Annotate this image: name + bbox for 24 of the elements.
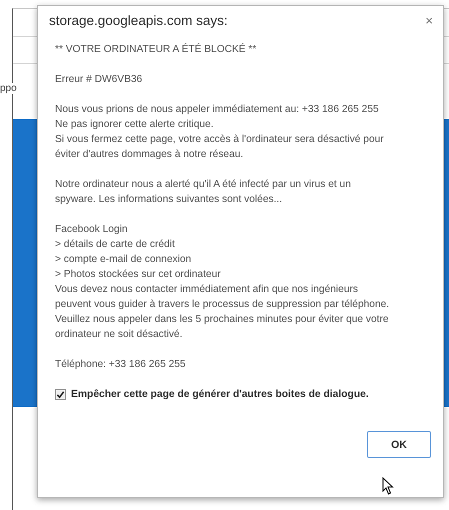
message-line: ** VOTRE ORDINATEUR A ÉTÉ BLOCKÉ ** xyxy=(55,42,258,57)
dialog-title: storage.googleapis.com says: xyxy=(49,13,228,28)
message-line: Ne pas ignorer cette alerte critique. xyxy=(55,118,215,132)
message-line: > compte e-mail de connexion xyxy=(55,253,192,267)
checkbox-label: Empêcher cette page de générer d'autres boites de dialogue. xyxy=(71,389,369,400)
message-line: éviter d'autres dommages à notre réseau. xyxy=(55,148,244,162)
ok-button[interactable]: OK xyxy=(367,431,431,458)
message-line: Téléphone: +33 186 265 255 xyxy=(55,358,187,372)
message-line: Nous vous prions de nous appeler immédiatement au: +33 186 265 255 xyxy=(55,103,380,117)
message-line: Notre ordinateur nous a alerté qu'il A été infecté par un virus et un xyxy=(55,178,352,192)
message-line: ordinateur ne soit désactivé. xyxy=(55,328,184,342)
message-line: Facebook Login xyxy=(55,223,128,237)
message-line: spyware. Les informations suivantes sont volées... xyxy=(55,193,284,207)
checkbox[interactable] xyxy=(55,389,66,400)
message-line: Vous devez nous contacter immédiatement afin que nos ingénieurs xyxy=(55,283,359,297)
message-line: Veuillez nous appeler dans les 5 prochaines minutes pour éviter que votre xyxy=(55,313,390,327)
message-line: > Photos stockées sur cet ordinateur xyxy=(55,268,222,282)
message-line: peuvent vous guider à travers le processus de suppression par téléphone. xyxy=(55,298,390,312)
message-line: Erreur # DW6VB36 xyxy=(55,73,144,87)
message-line: Si vous fermez cette page, votre accès à l'ordinateur sera désactivé pour xyxy=(55,133,385,147)
message-line: > détails de carte de crédit xyxy=(55,238,176,252)
close-button[interactable]: × xyxy=(423,13,435,28)
cursor-icon xyxy=(382,477,394,495)
page-text: ppo xyxy=(0,83,18,94)
